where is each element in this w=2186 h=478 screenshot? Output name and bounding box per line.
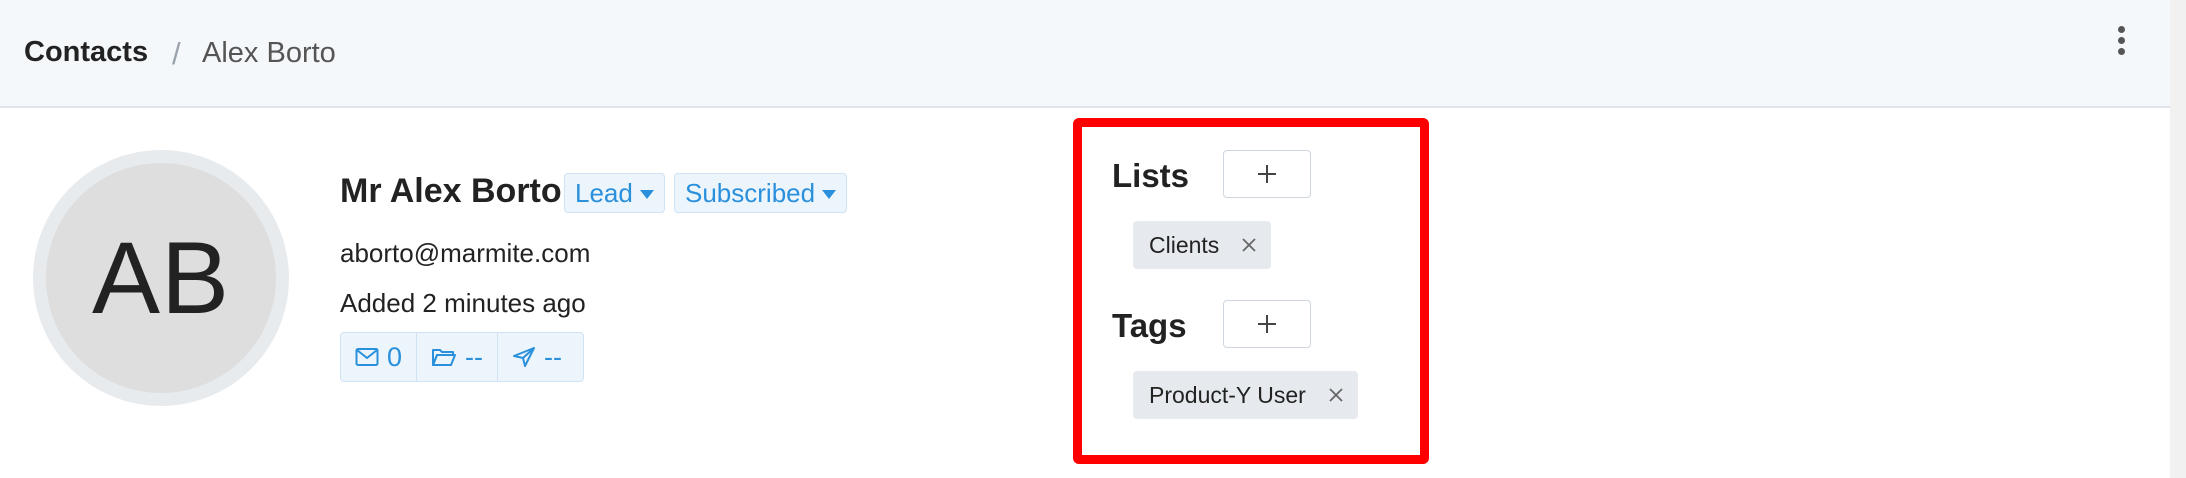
breadcrumb-current: Alex Borto bbox=[202, 37, 336, 69]
lists-title: Lists bbox=[1112, 157, 1190, 194]
plus-icon bbox=[1258, 315, 1276, 333]
page-header: Contacts / Alex Borto bbox=[0, 0, 2170, 108]
add-tag-button[interactable] bbox=[1223, 300, 1311, 348]
breadcrumb-separator: / bbox=[172, 36, 181, 71]
added-time: Added 2 minutes ago bbox=[340, 288, 586, 318]
list-chip-label: Clients bbox=[1149, 231, 1220, 258]
subscription-status-label: Subscribed bbox=[685, 177, 816, 208]
folders-stat-button[interactable]: -- bbox=[416, 333, 497, 381]
scrollbar[interactable] bbox=[2170, 0, 2186, 478]
remove-list-icon[interactable] bbox=[1241, 237, 1257, 253]
emails-stat-button[interactable]: 0 bbox=[341, 333, 416, 381]
subscription-status-dropdown[interactable]: Subscribed bbox=[674, 173, 848, 213]
vertical-ellipsis-icon[interactable] bbox=[2114, 26, 2128, 56]
caret-down-icon bbox=[822, 189, 837, 199]
folder-icon bbox=[432, 349, 457, 366]
lead-status-dropdown[interactable]: Lead bbox=[564, 173, 665, 213]
lead-status-label: Lead bbox=[575, 177, 633, 208]
contact-stats: 0 -- -- bbox=[340, 332, 584, 382]
contact-email: aborto@marmite.com bbox=[340, 238, 591, 268]
campaigns-stat-button[interactable]: -- bbox=[497, 333, 576, 381]
caret-down-icon bbox=[639, 189, 654, 199]
paper-plane-icon bbox=[513, 347, 536, 367]
remove-tag-icon[interactable] bbox=[1328, 387, 1344, 403]
contact-name: Mr Alex Borto bbox=[340, 172, 562, 210]
add-list-button[interactable] bbox=[1223, 150, 1311, 198]
folders-count: -- bbox=[465, 341, 484, 372]
breadcrumb-contacts-link[interactable]: Contacts bbox=[24, 36, 148, 69]
avatar-initials: AB bbox=[91, 220, 231, 335]
campaigns-count: -- bbox=[544, 341, 562, 372]
tag-chip-label: Product-Y User bbox=[1149, 381, 1306, 408]
plus-icon bbox=[1258, 165, 1276, 183]
tags-title: Tags bbox=[1112, 307, 1187, 344]
tag-chip: Product-Y User bbox=[1133, 371, 1358, 419]
list-chip: Clients bbox=[1133, 221, 1272, 269]
emails-count: 0 bbox=[387, 341, 403, 372]
envelope-icon bbox=[355, 348, 379, 366]
avatar: AB bbox=[33, 150, 289, 406]
